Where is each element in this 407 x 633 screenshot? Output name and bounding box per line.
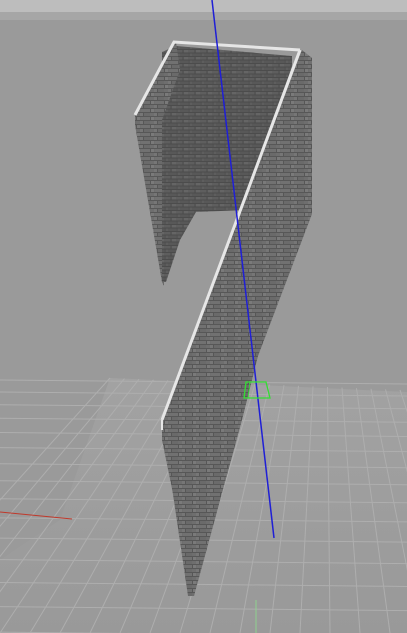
viewport-canvas[interactable] (0, 0, 407, 633)
3d-viewport[interactable] (0, 0, 407, 633)
viewport-top-strip-fade (0, 12, 407, 20)
viewport-top-strip (0, 0, 407, 12)
